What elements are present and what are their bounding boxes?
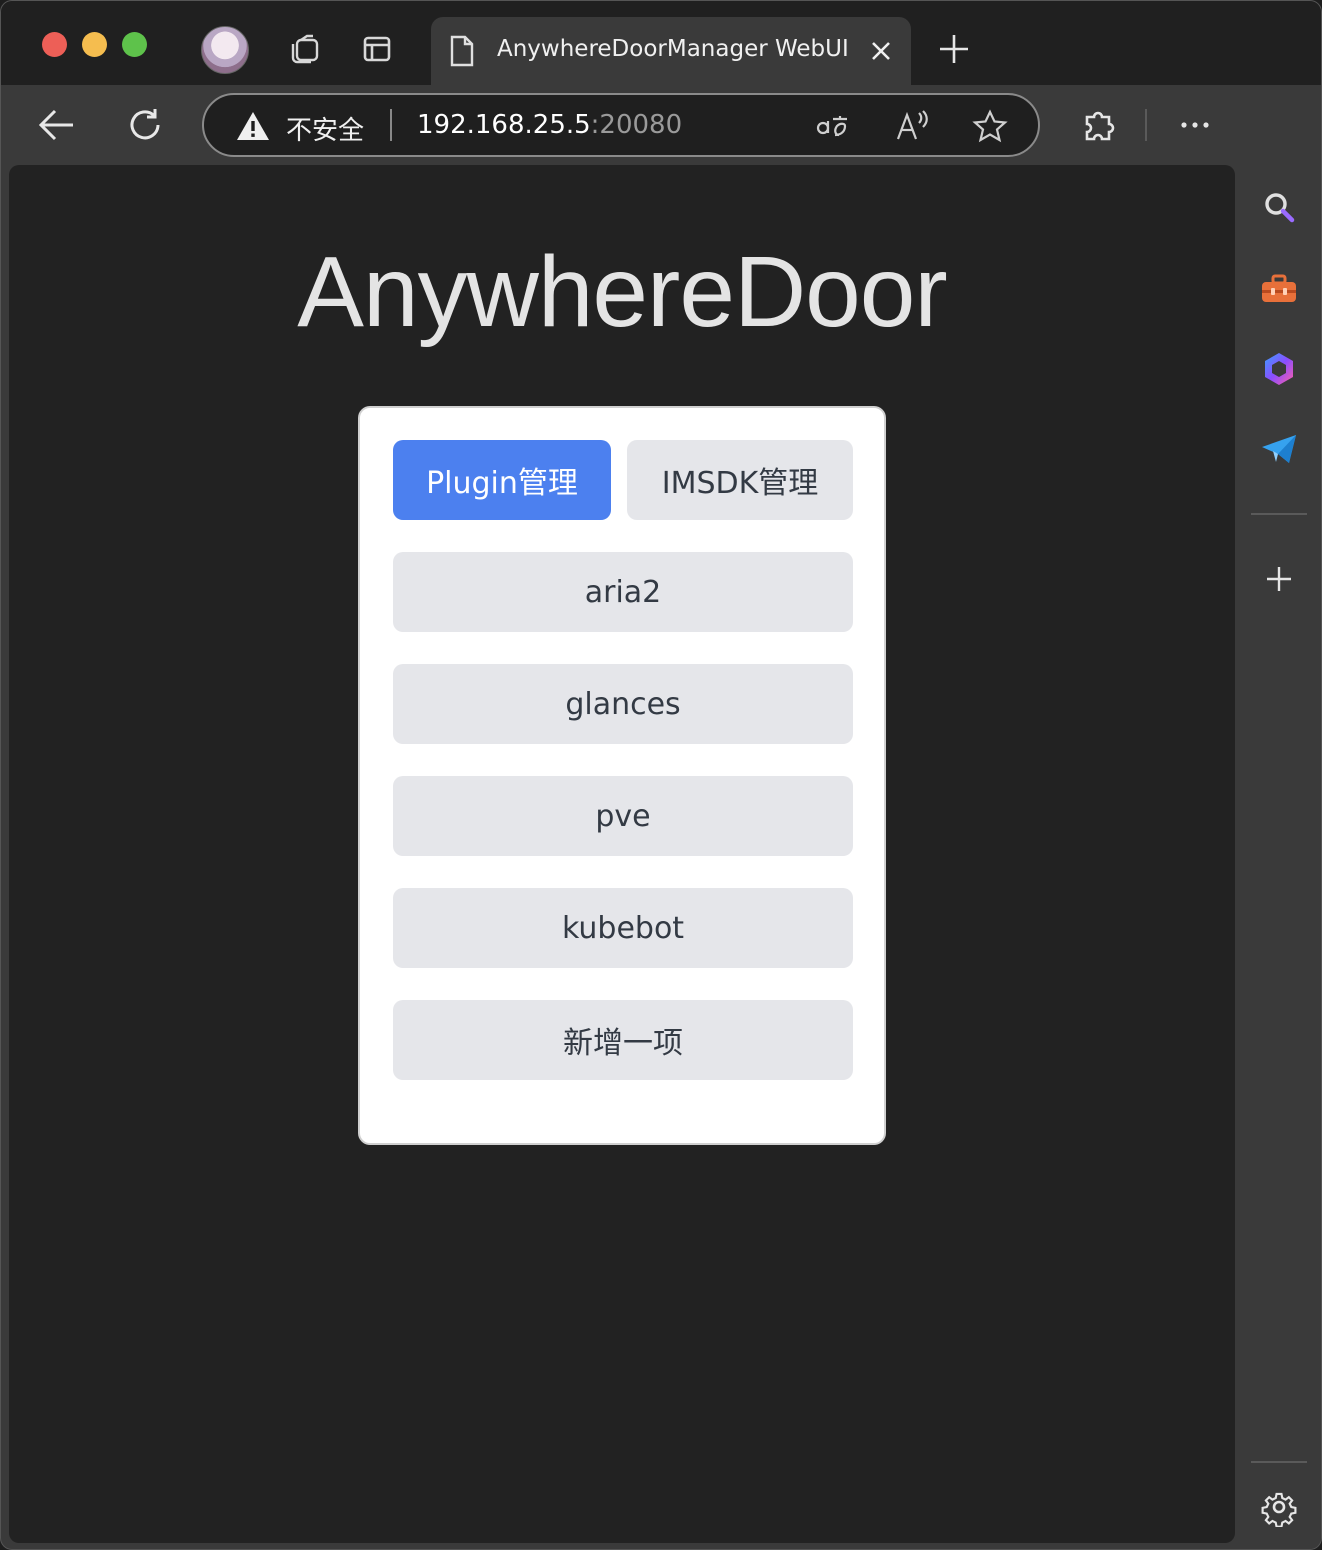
- warning-icon[interactable]: [236, 111, 270, 141]
- browser-window: AnywhereDoorManager WebUI 不安全 192.168.25…: [0, 0, 1322, 1550]
- sidebar-divider: [1251, 513, 1307, 515]
- tab-title: AnywhereDoorManager WebUI: [497, 36, 849, 62]
- active-tab[interactable]: AnywhereDoorManager WebUI: [431, 17, 911, 85]
- vertical-tabs-icon[interactable]: [359, 31, 395, 67]
- url-port: :20080: [590, 110, 683, 140]
- tab-strip: AnywhereDoorManager WebUI: [1, 1, 1321, 85]
- more-icon[interactable]: [1175, 105, 1215, 145]
- plugin-item-aria2[interactable]: aria2: [393, 552, 853, 632]
- minimize-window-button[interactable]: [82, 32, 107, 57]
- search-icon[interactable]: [1259, 187, 1299, 227]
- add-icon[interactable]: [1259, 559, 1299, 599]
- maximize-window-button[interactable]: [122, 32, 147, 57]
- office-icon[interactable]: [1259, 349, 1299, 389]
- extensions-icon[interactable]: [1079, 105, 1119, 145]
- manager-panel: Plugin管理 IMSDK管理 aria2 glances pve kubeb…: [358, 406, 886, 1145]
- toolbar-divider: [1145, 109, 1147, 141]
- url-host: 192.168.25.5: [417, 110, 591, 140]
- add-item-button[interactable]: 新增一项: [393, 1000, 853, 1080]
- address-divider: [390, 109, 392, 141]
- plugin-item-pve[interactable]: pve: [393, 776, 853, 856]
- workspaces-icon[interactable]: [287, 31, 323, 67]
- profile-avatar[interactable]: [201, 26, 249, 74]
- edge-sidebar: [1235, 85, 1321, 1549]
- browser-toolbar: 不安全 192.168.25.5:20080: [1, 85, 1321, 165]
- translate-icon[interactable]: [814, 109, 850, 143]
- favorite-star-icon[interactable]: [972, 109, 1008, 143]
- page-content: AnywhereDoor Plugin管理 IMSDK管理 aria2 glan…: [9, 165, 1235, 1543]
- settings-gear-icon[interactable]: [1259, 1487, 1299, 1527]
- sidebar-divider-bottom: [1251, 1461, 1307, 1463]
- close-tab-icon[interactable]: [869, 39, 893, 63]
- close-window-button[interactable]: [42, 32, 67, 57]
- url-text[interactable]: 192.168.25.5:20080: [417, 110, 682, 140]
- new-tab-icon[interactable]: [937, 32, 971, 66]
- refresh-icon[interactable]: [125, 105, 165, 145]
- back-icon[interactable]: [37, 105, 77, 145]
- tab-plugin-management[interactable]: Plugin管理: [393, 440, 611, 520]
- read-aloud-icon[interactable]: [894, 109, 930, 143]
- telegram-icon[interactable]: [1259, 429, 1299, 469]
- document-icon: [450, 35, 474, 67]
- toolbox-icon[interactable]: [1259, 269, 1299, 309]
- plugin-item-glances[interactable]: glances: [393, 664, 853, 744]
- security-label[interactable]: 不安全: [286, 110, 364, 147]
- tab-imsdk-management[interactable]: IMSDK管理: [627, 440, 853, 520]
- plugin-item-kubebot[interactable]: kubebot: [393, 888, 853, 968]
- address-bar[interactable]: 不安全 192.168.25.5:20080: [202, 93, 1040, 157]
- page-title: AnywhereDoor: [297, 236, 947, 348]
